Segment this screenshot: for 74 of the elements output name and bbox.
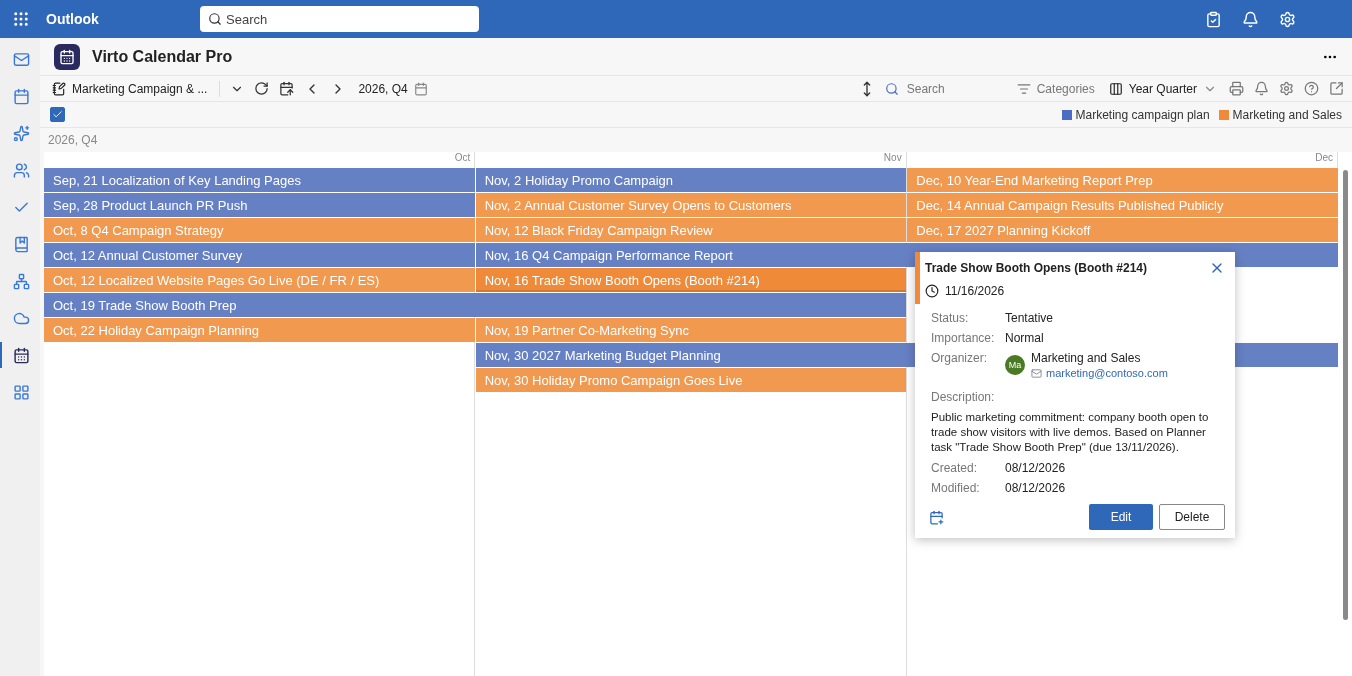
calendar-selector[interactable]: Marketing Campaign & ...	[50, 81, 210, 96]
calendar-app-icon	[12, 346, 30, 364]
notebook-icon	[52, 81, 66, 96]
calendar-icon	[413, 81, 428, 96]
event-bar[interactable]: Oct, 19 Trade Show Booth Prep	[44, 293, 907, 317]
edit-button[interactable]: Edit	[1089, 504, 1153, 530]
columns-icon	[1108, 81, 1123, 96]
event-bar[interactable]: Oct, 22 Holiday Campaign Planning	[44, 318, 475, 342]
event-bar[interactable]: Nov, 12 Black Friday Campaign Review	[475, 218, 907, 242]
mail-icon	[1031, 367, 1042, 379]
sparkle-icon	[12, 124, 30, 142]
event-bar[interactable]: Nov, 16 Trade Show Booth Opens (Booth #214)	[475, 268, 907, 292]
field-label: Organizer:	[931, 351, 989, 365]
app-title: Virto Calendar Pro	[92, 47, 233, 66]
field-value: 08/12/2026	[1005, 481, 1066, 495]
avatar: Ma	[1005, 355, 1025, 375]
field-value: Tentative	[1005, 311, 1054, 325]
checkbox[interactable]	[50, 107, 65, 122]
event-date: 11/16/2026	[945, 284, 1005, 298]
settings-icon[interactable]	[1279, 81, 1294, 96]
legend-label: Marketing and Sales	[1232, 107, 1342, 122]
field-label: Modified:	[931, 481, 981, 495]
app-launcher-icon[interactable]	[12, 10, 30, 28]
search-field[interactable]: Search	[200, 6, 479, 32]
field-value: Normal	[1005, 331, 1044, 345]
field-label: Created:	[931, 461, 979, 475]
field-label: Description:	[931, 390, 996, 404]
event-bar[interactable]: Oct, 12 Localized Website Pages Go Live (DE / FR / ES)	[44, 268, 475, 292]
event-bar[interactable]: Oct, 8 Q4 Campaign Strategy	[44, 218, 475, 242]
description-text: Public marketing commitment: company booth open to trade show visitors with live demos. Based on Planner task "Trade Show Booth Prep" (due 13/11/2026).	[930, 410, 1210, 455]
organizer-name: Marketing and Sales	[1031, 351, 1142, 365]
event-bar[interactable]: Dec, 14 Annual Campaign Results Published Publicly	[907, 193, 1338, 217]
clipboard-icon[interactable]	[1205, 10, 1222, 28]
calendar-icon	[12, 87, 30, 105]
toolbar-search-field[interactable]: Search	[904, 80, 1005, 97]
add-calendar-icon[interactable]	[929, 509, 944, 525]
field-value: 08/12/2026	[1005, 461, 1066, 475]
app-logo	[54, 43, 80, 70]
period-picker[interactable]: 2026, Q4	[356, 81, 430, 96]
delete-button[interactable]: Delete	[1159, 504, 1225, 530]
event-bar[interactable]: Nov, 2 Holiday Promo Campaign	[475, 168, 907, 192]
print-icon[interactable]	[1229, 81, 1244, 96]
field-label: Importance:	[931, 331, 996, 345]
bell-icon[interactable]	[1242, 10, 1259, 28]
app-name: Outlook	[46, 11, 100, 27]
event-bar[interactable]: Dec, 17 2027 Planning Kickoff	[907, 218, 1338, 242]
event-bar[interactable]: Dec, 10 Year-End Marketing Report Prep	[907, 168, 1338, 192]
people-icon	[12, 161, 30, 179]
view-dropdown[interactable]: Year Quarter	[1106, 81, 1219, 96]
categories-button[interactable]: Categories	[1014, 81, 1097, 96]
event-bar[interactable]: Nov, 19 Partner Co-Marketing Sync	[475, 318, 907, 342]
apps-icon	[12, 383, 30, 401]
filter-icon	[1016, 81, 1031, 96]
field-label: Status:	[931, 311, 970, 325]
pop-out-icon[interactable]	[1329, 81, 1344, 96]
event-bar[interactable]: Oct, 12 Annual Customer Survey	[44, 243, 475, 267]
bell-icon[interactable]	[1254, 81, 1269, 96]
check-icon	[52, 109, 63, 120]
network-icon	[12, 272, 30, 290]
book-icon	[12, 235, 30, 253]
search-icon	[884, 81, 899, 96]
event-bar[interactable]: Nov, 2 Annual Customer Survey Opens to Customers	[475, 193, 907, 217]
event-bar[interactable]: Sep, 28 Product Launch PR Push	[44, 193, 475, 217]
email-link[interactable]: marketing@contoso.com	[1046, 367, 1168, 379]
clock-icon	[925, 284, 939, 298]
today-icon[interactable]	[279, 81, 295, 96]
event-bar[interactable]: Nov, 30 Holiday Promo Campaign Goes Live	[475, 368, 907, 392]
legend-label: Marketing campaign plan	[1075, 107, 1210, 122]
help-icon[interactable]	[1304, 81, 1319, 96]
refresh-icon[interactable]	[254, 81, 270, 96]
scrollbar[interactable]	[1342, 170, 1348, 620]
event-bar[interactable]: Sep, 21 Localization of Key Landing Pages	[44, 168, 475, 192]
search-icon	[208, 12, 222, 26]
mail-icon	[12, 50, 30, 68]
